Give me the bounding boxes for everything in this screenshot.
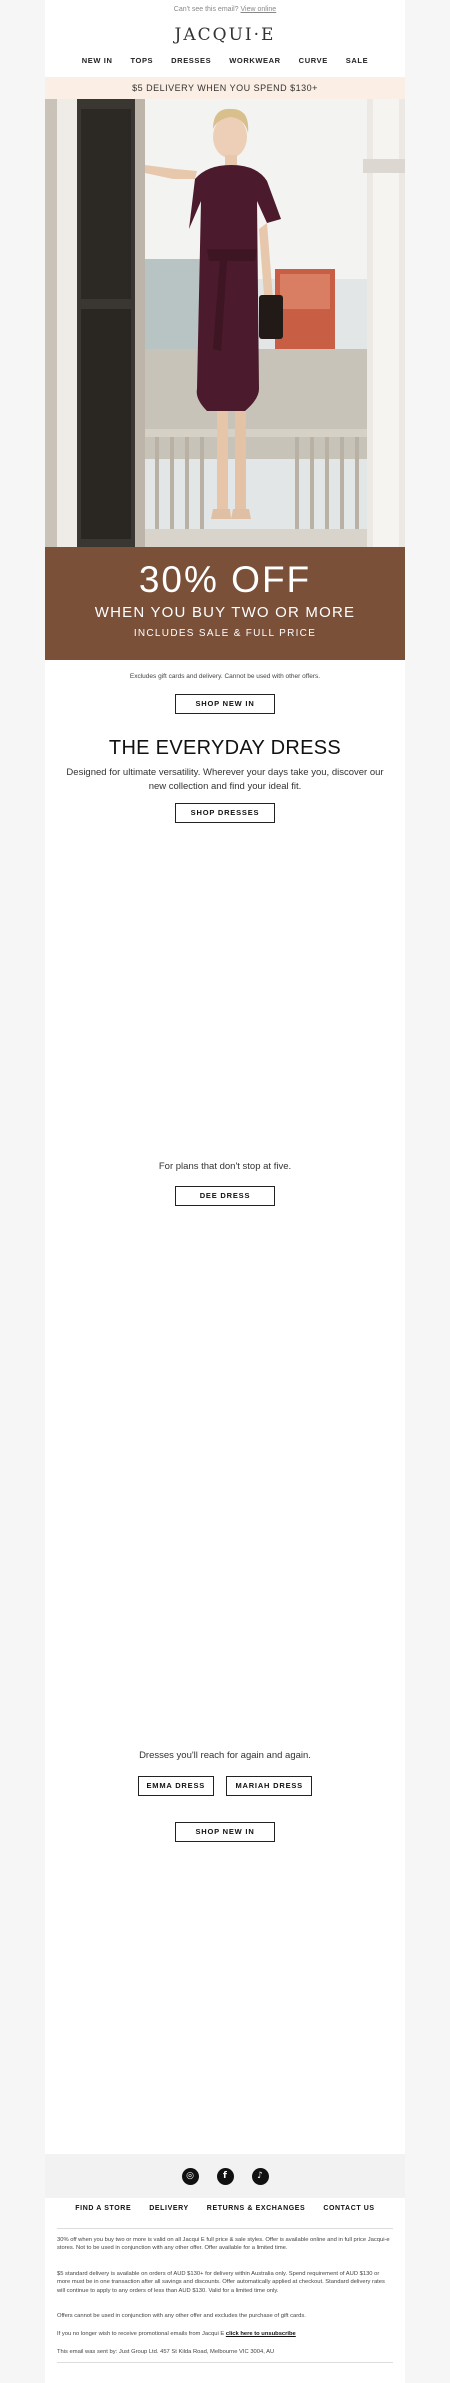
nav-item-workwear[interactable]: WORKWEAR bbox=[220, 56, 289, 72]
nav-item-sale[interactable]: SALE bbox=[337, 56, 377, 72]
footer-returns-exchanges[interactable]: RETURNS & EXCHANGES bbox=[198, 2205, 315, 2212]
email-container: Can't see this email? View online JACQUI… bbox=[45, 0, 405, 2383]
promo-bar[interactable]: $5 DELIVERY WHEN YOU SPEND $130+ bbox=[45, 77, 405, 99]
footer-find-a-store[interactable]: FIND A STORE bbox=[66, 2205, 140, 2212]
social-bar: ◎ f ♪ bbox=[45, 2154, 405, 2198]
everyday-title: THE EVERYDAY DRESS bbox=[108, 737, 342, 759]
offer-note: Excludes gift cards and delivery. Cannot… bbox=[129, 673, 321, 680]
shop-new-in-button-bottom[interactable]: SHOP NEW IN bbox=[175, 1822, 275, 1842]
nav-item-new-in[interactable]: NEW IN bbox=[73, 56, 122, 72]
unsubscribe-link[interactable]: click here to unsubscribe bbox=[226, 2331, 296, 2337]
legal-exclusions: Offers cannot be used in conjunction wit… bbox=[57, 2313, 306, 2319]
offer-includes: INCLUDES SALE & FULL PRICE bbox=[133, 628, 317, 639]
legal-delivery-terms: $5 standard delivery is available on ord… bbox=[57, 2271, 385, 2294]
shop-dresses-button[interactable]: SHOP DRESSES bbox=[175, 803, 275, 823]
view-online-link[interactable]: View online bbox=[241, 6, 277, 13]
footer-contact-us[interactable]: CONTACT US bbox=[314, 2205, 383, 2212]
legal-offer-terms: 30% off when you buy two or more is vali… bbox=[57, 2237, 390, 2252]
main-nav: NEW IN TOPS DRESSES WORKWEAR CURVE SALE bbox=[45, 56, 405, 72]
footer-divider bbox=[57, 2228, 393, 2229]
nav-item-curve[interactable]: CURVE bbox=[290, 56, 337, 72]
dee-dress-button[interactable]: DEE DRESS bbox=[175, 1186, 275, 1206]
unsubscribe-text: If you no longer wish to receive promoti… bbox=[57, 2331, 225, 2337]
dee-tagline: For plans that don't stop at five. bbox=[158, 1161, 292, 1172]
image-placeholder-emma[interactable] bbox=[45, 1206, 405, 1750]
footer-divider-bottom bbox=[57, 2362, 393, 2363]
brand-logo[interactable]: JACQUI·E bbox=[45, 25, 405, 47]
dress-buttons-row: EMMA DRESS MARIAH DRESS bbox=[45, 1775, 405, 1796]
instagram-icon[interactable]: ◎ bbox=[181, 2167, 199, 2185]
nav-item-dresses[interactable]: DRESSES bbox=[162, 56, 220, 72]
legal-sent-by: This email was sent by: Just Group Ltd. … bbox=[57, 2349, 275, 2355]
hero-banner[interactable] bbox=[45, 99, 405, 547]
image-placeholder-dee[interactable] bbox=[45, 823, 405, 1161]
shop-new-in-button[interactable]: SHOP NEW IN bbox=[175, 694, 275, 714]
footer-delivery[interactable]: DELIVERY bbox=[140, 2205, 198, 2212]
mariah-dress-button[interactable]: MARIAH DRESS bbox=[226, 1776, 313, 1796]
footer-nav: FIND A STORE DELIVERY RETURNS & EXCHANGE… bbox=[45, 2205, 405, 2212]
preheader-text: Can't see this email? bbox=[173, 6, 239, 13]
legal-unsubscribe: If you no longer wish to receive promoti… bbox=[57, 2330, 393, 2338]
offer-banner[interactable]: 30% OFF WHEN YOU BUY TWO OR MORE INCLUDE… bbox=[45, 547, 405, 660]
everyday-body: Designed for ultimate versatility. Where… bbox=[66, 767, 384, 792]
hero-photo bbox=[45, 99, 405, 547]
tiktok-icon[interactable]: ♪ bbox=[251, 2167, 269, 2185]
offer-subheadline: WHEN YOU BUY TWO OR MORE bbox=[94, 604, 356, 621]
emma-tagline: Dresses you'll reach for again and again… bbox=[139, 1750, 311, 1761]
emma-dress-button[interactable]: EMMA DRESS bbox=[137, 1776, 214, 1796]
preheader: Can't see this email? View online bbox=[45, 0, 405, 16]
facebook-icon[interactable]: f bbox=[216, 2167, 234, 2185]
offer-headline: 30% OFF bbox=[138, 559, 312, 600]
nav-item-tops[interactable]: TOPS bbox=[121, 56, 162, 72]
